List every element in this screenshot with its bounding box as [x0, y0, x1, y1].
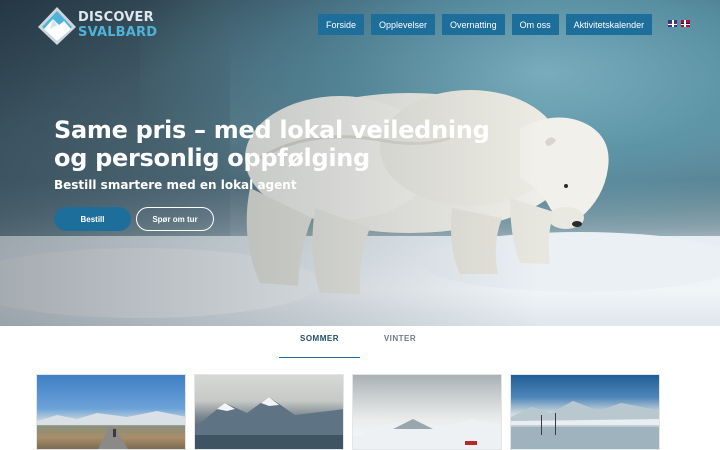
nav-item-om-oss[interactable]: Om oss: [511, 14, 559, 35]
mountain-logo-icon: [38, 7, 76, 45]
experience-card-image[interactable]: [194, 374, 344, 450]
mountain-fjord-photo: [195, 397, 343, 449]
brand-logo[interactable]: DISCOVER SVALBARD: [36, 5, 157, 47]
nav-item-opplevelser[interactable]: Opplevelser: [371, 14, 436, 35]
hero-headline: Same pris – med lokal veiledning og pers…: [54, 116, 490, 172]
arctic-coast-photo: [511, 401, 659, 449]
snowy-mountain-photo: [353, 419, 501, 449]
brand-line-2: SVALBARD: [78, 25, 158, 40]
tab-summer[interactable]: SOMMER: [279, 334, 360, 358]
brand-wordmark: DISCOVER SVALBARD: [78, 10, 157, 40]
brand-line-1: DISCOVER: [78, 10, 154, 25]
experience-card-image[interactable]: [36, 374, 186, 450]
nav-item-forside[interactable]: Forside: [318, 14, 365, 35]
uk-flag-icon[interactable]: [668, 20, 677, 27]
experience-card-image[interactable]: [510, 374, 660, 450]
main-navigation: Forside Opplevelser Overnatting Om oss A…: [318, 14, 653, 35]
nav-item-aktivitetskalender[interactable]: Aktivitetskalender: [565, 14, 653, 35]
tab-winter[interactable]: VINTER: [362, 334, 438, 343]
experience-card-image[interactable]: [352, 374, 502, 450]
book-button[interactable]: Bestill: [54, 207, 131, 231]
language-switcher: [668, 20, 690, 27]
hero-subline: Bestill smartere med en lokal agent: [54, 178, 297, 192]
tundra-road-photo: [37, 411, 185, 449]
ask-about-trip-button[interactable]: Spør om tur: [136, 207, 214, 231]
nav-item-overnatting[interactable]: Overnatting: [442, 14, 505, 35]
norway-flag-icon[interactable]: [681, 20, 690, 27]
